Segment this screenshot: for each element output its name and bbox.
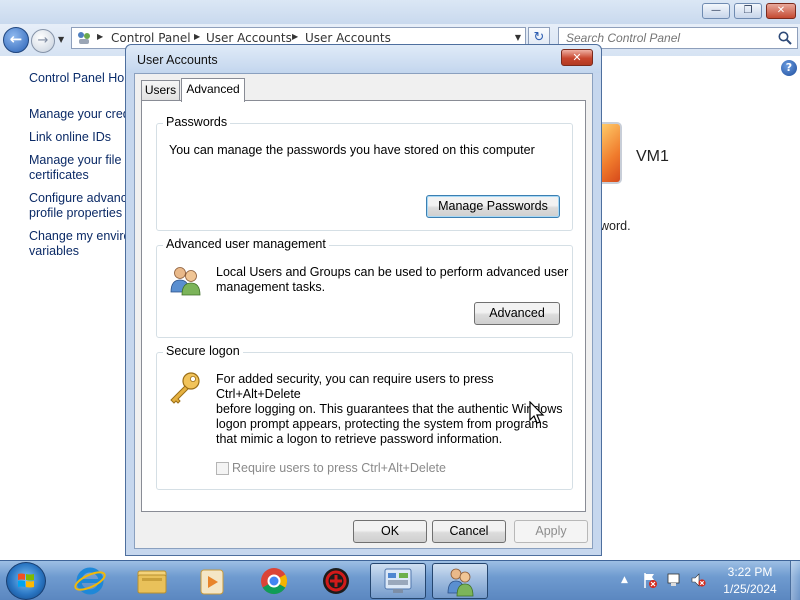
taskbar-user-accounts[interactable] [432, 563, 488, 599]
manage-passwords-button[interactable]: Manage Passwords [426, 195, 560, 218]
show-desktop-button[interactable] [790, 561, 800, 600]
internet-explorer-icon [74, 567, 106, 595]
sidebar-item-label: profile properties [29, 206, 123, 220]
group-label-passwords: Passwords [163, 115, 231, 129]
sidebar-item-control-panel-home[interactable]: Control Panel Hom [29, 71, 135, 86]
network-icon[interactable] [666, 571, 682, 589]
require-ctrl-alt-delete-checkbox[interactable] [216, 462, 229, 475]
apply-button[interactable]: Apply [514, 520, 588, 543]
mouse-cursor-icon [529, 401, 545, 424]
chevron-right-icon[interactable]: ▶ [194, 32, 200, 41]
window-titlebar: — ❐ ✕ [0, 0, 800, 24]
sidebar: Control Panel Hom Manage your cred Link … [0, 56, 135, 556]
sidebar-item-label: Manage your file e [29, 153, 132, 167]
clock-time: 3:22 PM [727, 565, 773, 579]
account-name: VM1 [636, 148, 669, 165]
secure-logon-group: Secure logon For added security, you can… [156, 344, 573, 490]
group-label-advanced-user-management: Advanced user management [163, 237, 329, 251]
sidebar-item-label: certificates [29, 168, 89, 182]
control-panel-icon [78, 32, 90, 44]
forward-button[interactable]: → [31, 29, 55, 53]
sidebar-item-label: Manage your cred [29, 107, 130, 121]
user-avatar[interactable] [600, 122, 622, 184]
key-icon [170, 372, 200, 404]
description-line: before logging on. This guarantees that … [216, 402, 563, 416]
dialog-body: Users Advanced Passwords You can manage … [134, 73, 593, 549]
passwords-description: You can manage the passwords you have st… [169, 143, 535, 157]
chevron-right-icon[interactable]: ▶ [97, 32, 103, 41]
taskbar: ▲ 3:22 PM 1/25/2024 [0, 560, 800, 600]
minimize-button[interactable]: — [702, 3, 730, 19]
search-icon[interactable] [777, 30, 793, 46]
taskbar-internet-explorer[interactable] [62, 563, 118, 599]
users-group-icon [447, 568, 474, 597]
taskbar-chrome[interactable] [246, 563, 302, 599]
require-ctrl-alt-delete-label: Require users to press Ctrl+Alt+Delete [232, 461, 446, 475]
chevron-right-icon[interactable]: ▶ [292, 32, 298, 41]
back-button[interactable]: ← [3, 27, 29, 53]
system-tray: ▲ [617, 561, 717, 600]
windows-logo-icon [18, 573, 34, 588]
tab-users[interactable]: Users [141, 80, 180, 100]
description-line: For added security, you can require user… [216, 372, 494, 401]
users-group-icon [170, 267, 201, 296]
sidebar-item-environment-variables[interactable]: Change my enviro variables [29, 229, 130, 259]
advanced-tab-panel: Passwords You can manage the passwords y… [141, 100, 586, 512]
group-label-secure-logon: Secure logon [163, 344, 243, 358]
taskbar-game-app[interactable] [308, 563, 364, 599]
tab-advanced[interactable]: Advanced [181, 78, 245, 102]
sidebar-item-link-online-ids[interactable]: Link online IDs [29, 130, 111, 145]
maximize-button[interactable]: ❐ [734, 3, 762, 19]
dialog-title: User Accounts [137, 53, 218, 67]
description-line: that mimic a logon to retrieve password … [216, 432, 503, 446]
dialog-titlebar[interactable]: User Accounts ✕ [126, 45, 601, 73]
sidebar-item-label: Configure advanc [29, 191, 127, 205]
media-player-icon [200, 569, 224, 595]
description-line: management tasks. [216, 280, 326, 294]
show-hidden-icons-icon[interactable]: ▲ [621, 571, 637, 589]
sidebar-item-label: Link online IDs [29, 130, 111, 144]
recent-pages-dropdown-icon[interactable]: ▼ [58, 32, 68, 48]
control-panel-icon [384, 568, 412, 593]
chrome-icon [261, 568, 288, 595]
account-description-text: word. [600, 219, 631, 233]
main-content: VM1 word. [600, 112, 800, 252]
start-button[interactable] [6, 562, 46, 600]
taskbar-windows-explorer[interactable] [124, 563, 180, 599]
passwords-group: Passwords You can manage the passwords y… [156, 115, 573, 231]
game-app-icon [323, 568, 349, 594]
dialog-close-button[interactable]: ✕ [561, 49, 593, 66]
breadcrumb-user-accounts[interactable]: User Accounts [206, 31, 292, 45]
taskbar-media-player[interactable] [184, 563, 240, 599]
description-line: logon prompt appears, protecting the sys… [216, 417, 549, 431]
sidebar-item-label: variables [29, 244, 80, 258]
advanced-user-management-description: Local Users and Groups can be used to pe… [216, 265, 568, 295]
taskbar-control-panel[interactable] [370, 563, 426, 599]
volume-muted-icon[interactable] [690, 571, 706, 589]
ok-button[interactable]: OK [353, 520, 427, 543]
advanced-button[interactable]: Advanced [474, 302, 560, 325]
breadcrumb-control-panel[interactable]: Control Panel [111, 31, 191, 45]
description-line: Local Users and Groups can be used to pe… [216, 265, 569, 279]
chevron-down-icon[interactable]: ▼ [515, 33, 521, 42]
action-center-flag-icon[interactable] [642, 571, 658, 589]
advanced-user-management-group: Advanced user management Local Users and… [156, 237, 573, 338]
cancel-button[interactable]: Cancel [432, 520, 506, 543]
folder-icon [137, 570, 167, 594]
close-window-button[interactable]: ✕ [766, 3, 796, 19]
breadcrumb-user-accounts-current[interactable]: User Accounts [305, 31, 391, 45]
sidebar-item-advanced-profile-properties[interactable]: Configure advanc profile properties [29, 191, 127, 221]
sidebar-item-manage-credentials[interactable]: Manage your cred [29, 107, 130, 122]
sidebar-item-label: Change my enviro [29, 229, 131, 243]
clock-date: 1/25/2024 [723, 582, 777, 596]
sidebar-item-file-encryption-certificates[interactable]: Manage your file e certificates [29, 153, 132, 183]
help-icon[interactable]: ? [781, 60, 797, 76]
clock[interactable]: 3:22 PM 1/25/2024 [718, 564, 782, 598]
user-accounts-dialog: User Accounts ✕ Users Advanced Passwords… [125, 44, 602, 556]
secure-logon-description: For added security, you can require user… [216, 372, 572, 447]
